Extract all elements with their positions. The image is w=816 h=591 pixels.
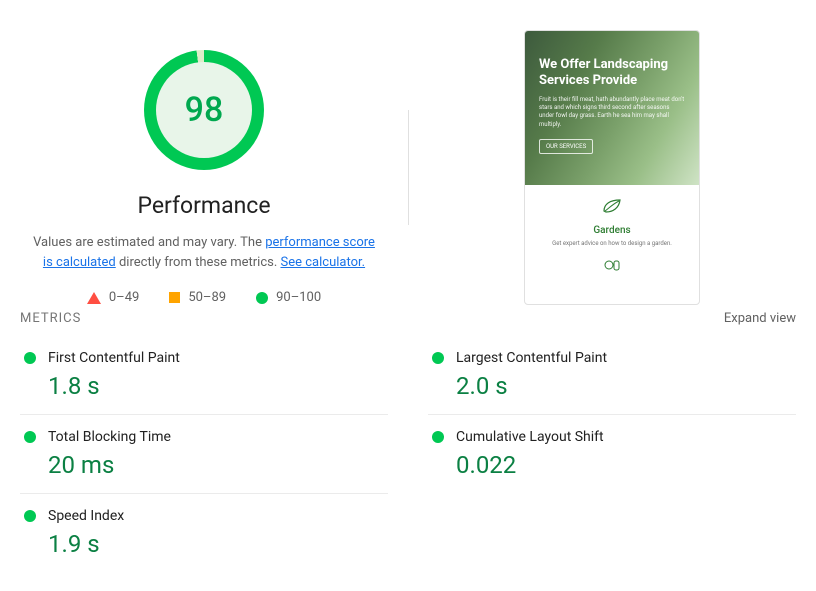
performance-description: Values are estimated and may vary. The p…: [30, 233, 378, 272]
preview-panel: We Offer Landscaping Services Provide Fr…: [408, 30, 816, 305]
preview-hero-text: Fruit is their fill meat, hath abundantl…: [539, 96, 685, 130]
legend-fail: 0–49: [87, 290, 139, 305]
metrics-title: METRICS: [20, 311, 81, 326]
legend-average-label: 50–89: [188, 290, 226, 305]
triangle-icon: [87, 292, 101, 304]
preview-body: Gardens Get expert advice on how to desi…: [525, 185, 699, 287]
metric-fcp[interactable]: First Contentful Paint 1.8 s: [20, 336, 388, 414]
metric-value: 2.0 s: [456, 372, 792, 400]
status-dot-icon: [24, 431, 36, 443]
score-legend: 0–49 50–89 90–100: [87, 290, 321, 305]
preview-card-text: Get expert advice on how to design a gar…: [533, 240, 691, 248]
score-value: 98: [185, 90, 224, 130]
preview-hero-button: OUR SERVICES: [539, 139, 593, 154]
status-dot-icon: [24, 510, 36, 522]
legend-average: 50–89: [169, 290, 226, 305]
metric-name: Cumulative Layout Shift: [456, 429, 604, 445]
legend-fail-label: 0–49: [109, 290, 139, 305]
metric-value: 1.9 s: [48, 530, 384, 558]
metric-value: 0.022: [456, 451, 792, 479]
legend-pass: 90–100: [256, 290, 321, 305]
metric-name: Total Blocking Time: [48, 429, 171, 445]
expand-view-toggle[interactable]: Expand view: [724, 311, 796, 326]
score-gauge: 98: [144, 50, 264, 170]
status-dot-icon: [432, 352, 444, 364]
desc-middle: directly from these metrics.: [116, 255, 281, 270]
preview-hero: We Offer Landscaping Services Provide Fr…: [525, 31, 699, 185]
preview-bottom-icons: [533, 258, 691, 277]
site-preview-card: We Offer Landscaping Services Provide Fr…: [524, 30, 700, 305]
metric-si[interactable]: Speed Index 1.9 s: [20, 493, 388, 572]
vertical-divider: [408, 110, 409, 225]
status-dot-icon: [432, 431, 444, 443]
metric-lcp[interactable]: Largest Contentful Paint 2.0 s: [428, 336, 796, 414]
status-dot-icon: [24, 352, 36, 364]
metrics-header: METRICS Expand view: [0, 311, 816, 326]
desc-prefix: Values are estimated and may vary. The: [33, 235, 265, 250]
bulb-icon: [602, 259, 622, 273]
score-gauge-inner: 98: [156, 62, 252, 158]
leaf-icon: [600, 197, 624, 215]
performance-panel: 98 Performance Values are estimated and …: [0, 30, 408, 305]
metric-value: 1.8 s: [48, 372, 384, 400]
metric-cls[interactable]: Cumulative Layout Shift 0.022: [428, 414, 796, 493]
metric-tbt[interactable]: Total Blocking Time 20 ms: [20, 414, 388, 493]
circle-icon: [256, 292, 268, 304]
metrics-grid: First Contentful Paint 1.8 s Largest Con…: [0, 326, 816, 572]
metric-name: Largest Contentful Paint: [456, 350, 607, 366]
preview-hero-title: We Offer Landscaping Services Provide: [539, 57, 685, 90]
metric-value: 20 ms: [48, 451, 384, 479]
metric-name: Speed Index: [48, 508, 124, 524]
performance-title: Performance: [137, 192, 270, 219]
square-icon: [169, 292, 180, 303]
preview-card-title: Gardens: [533, 225, 691, 236]
metric-name: First Contentful Paint: [48, 350, 180, 366]
link-see-calculator[interactable]: See calculator.: [281, 255, 366, 270]
legend-pass-label: 90–100: [276, 290, 321, 305]
